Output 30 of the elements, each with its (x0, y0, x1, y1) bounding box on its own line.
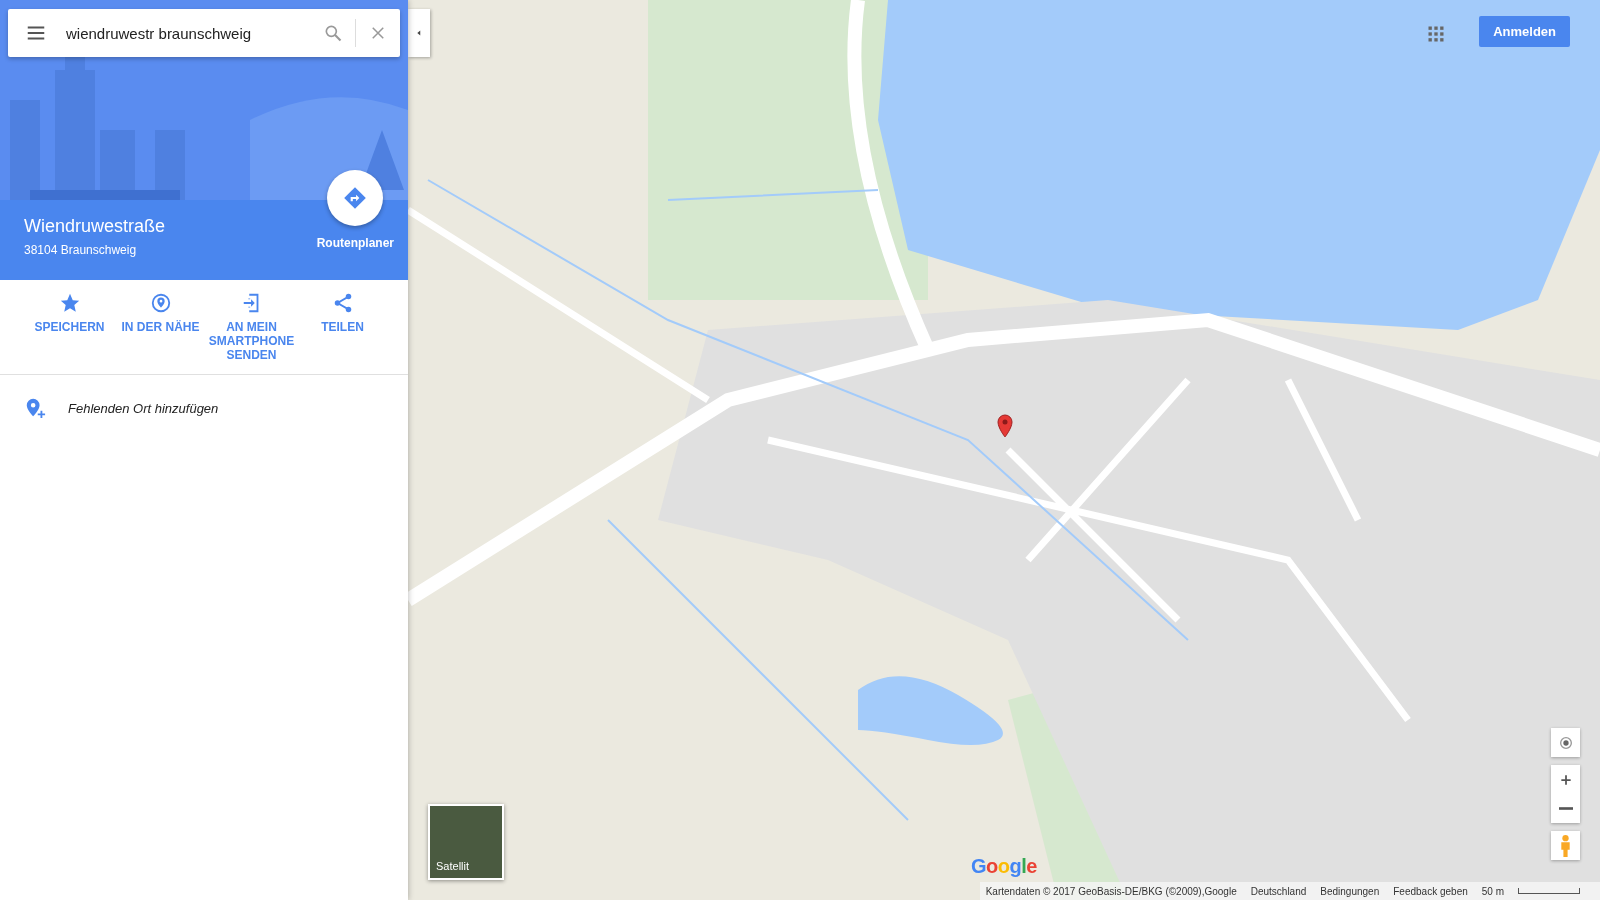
satellite-toggle[interactable]: Satellit (428, 804, 504, 880)
close-icon (369, 24, 387, 42)
country-link[interactable]: Deutschland (1250, 885, 1307, 897)
location-circle-icon (149, 292, 172, 314)
action-button[interactable]: IN DER NÄHE (115, 292, 206, 362)
terms-link[interactable]: Bedingungen (1320, 885, 1380, 897)
minus-icon (1558, 807, 1573, 810)
place-title: Wiendruwestraße (24, 216, 166, 237)
sign-in-button[interactable]: Anmelden (1479, 16, 1570, 47)
action-button[interactable]: SPEICHERN (24, 292, 115, 362)
add-place-label: Fehlenden Ort hinzufügen (68, 400, 219, 416)
person-icon (1561, 834, 1570, 857)
action-button[interactable]: AN MEIN SMARTPHONE SENDEN (206, 292, 297, 362)
google-logo: Google (971, 855, 1037, 878)
plus-icon (1558, 772, 1573, 787)
attribution-text: Kartendaten © 2017 GeoBasis-DE/BKG (©2009),Google (985, 885, 1237, 897)
scale-label: 50 m (1481, 885, 1504, 897)
zoom-out-button[interactable] (1551, 794, 1580, 823)
street-view-button[interactable] (1551, 831, 1580, 860)
my-location-button[interactable] (1551, 728, 1580, 757)
pin-plus-icon (24, 397, 46, 419)
scale-bar (1518, 888, 1580, 894)
search-icon (323, 23, 343, 43)
add-place-link[interactable]: Fehlenden Ort hinzufügen (0, 375, 408, 441)
action-button[interactable]: TEILEN (297, 292, 388, 362)
location-icon (1557, 734, 1574, 751)
place-address: 38104 Braunschweig (24, 243, 138, 257)
grid-icon (1426, 24, 1446, 44)
feedback-link[interactable]: Feedback geben (1393, 885, 1468, 897)
zoom-in-button[interactable] (1551, 765, 1580, 794)
